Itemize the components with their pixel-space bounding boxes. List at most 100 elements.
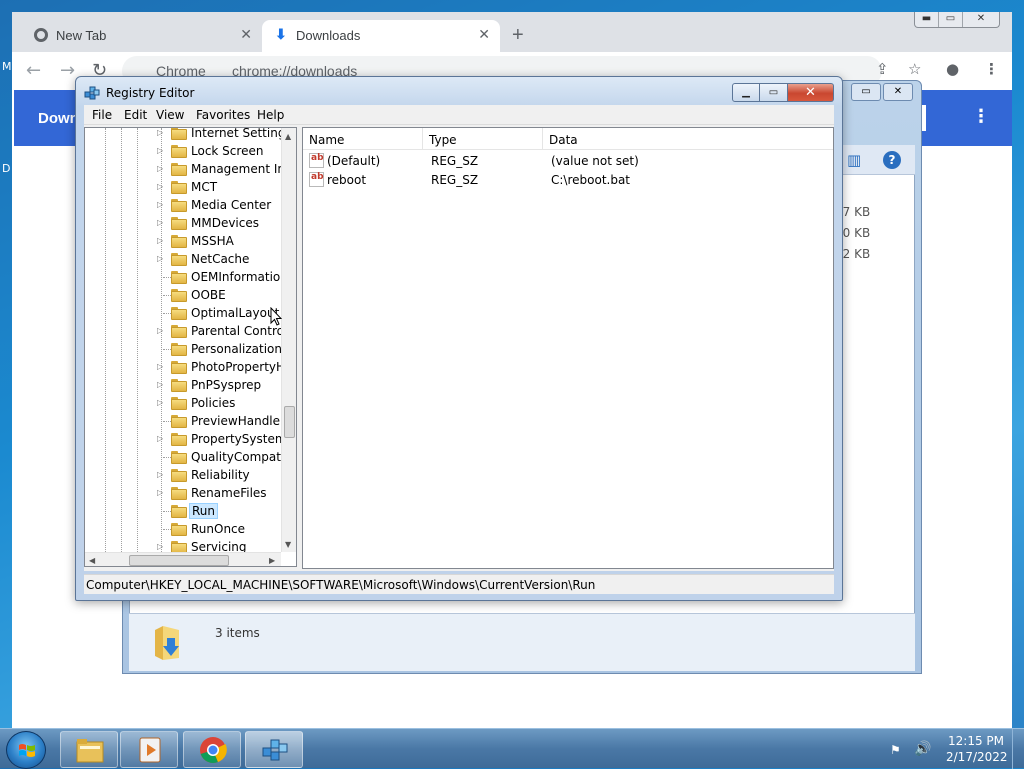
tree-item[interactable]: ▷ PhotoPropertyHa [85,359,292,377]
scroll-right-icon[interactable]: ▶ [269,556,275,565]
tree-item[interactable]: ▷ MMDevices [85,215,285,233]
tree-item[interactable]: ▷ Policies [85,395,285,413]
close-tab-icon[interactable]: ✕ [240,26,252,43]
column-header-data[interactable]: Data [543,128,833,150]
expand-arrow-icon[interactable]: ▷ [157,380,163,389]
menu-file[interactable]: File [92,108,112,122]
new-tab-button[interactable]: + [512,24,524,47]
taskbar-chrome[interactable] [183,731,241,768]
scroll-left-icon[interactable]: ◀ [89,556,95,565]
tree-item[interactable]: ▷ PropertySystem [85,431,287,449]
downloads-menu-icon[interactable]: ⋮ [972,106,990,127]
volume-icon[interactable]: 🔊 [914,741,931,757]
close-button[interactable]: ✕ [883,83,913,101]
share-icon[interactable]: ⇪ [876,60,889,78]
maximize-button[interactable]: ▭ [851,83,881,101]
expand-arrow-icon[interactable]: ▷ [157,236,163,245]
action-center-flag-icon[interactable]: ⚑ [890,743,901,757]
tree-item-label: MSSHA [191,234,234,248]
menu-view[interactable]: View [156,108,184,122]
tree-item[interactable]: OOBE [85,287,285,305]
tree-item[interactable]: RunOnce [85,521,285,539]
expand-arrow-icon[interactable]: ▷ [157,542,163,551]
taskbar-explorer[interactable] [60,731,118,768]
profile-icon[interactable]: ● [946,60,959,78]
back-icon[interactable]: ← [26,60,41,81]
clock-date[interactable]: 2/17/2022 [946,750,1008,764]
expand-arrow-icon[interactable]: ▷ [157,362,163,371]
tree-item[interactable]: ▷ Internet Settings [85,128,292,143]
menu-help[interactable]: Help [257,108,284,122]
expand-arrow-icon[interactable]: ▷ [157,488,163,497]
start-button[interactable] [6,731,46,769]
menu-favorites[interactable]: Favorites [196,108,250,122]
tree-connector [163,529,171,530]
scroll-thumb[interactable] [129,555,229,566]
help-icon[interactable]: ? [883,151,901,169]
scroll-down-icon[interactable]: ▼ [285,540,291,549]
column-header-type[interactable]: Type [423,128,543,150]
tree-connector [163,349,171,350]
tab-new-tab[interactable]: New Tab ✕ [22,20,262,52]
expand-arrow-icon[interactable]: ▷ [157,254,163,263]
tree-item[interactable]: PreviewHandlers [85,413,291,431]
status-bar: Computer\HKEY_LOCAL_MACHINE\SOFTWARE\Mic… [84,574,834,594]
clock-time[interactable]: 12:15 PM [948,734,1004,748]
taskbar-media-player[interactable] [120,731,178,768]
show-desktop-button[interactable] [1012,729,1024,769]
expand-arrow-icon[interactable]: ▷ [157,470,163,479]
maximize-button[interactable]: ▭ [760,83,788,102]
tree-item[interactable]: ▷ Media Center [85,197,285,215]
expand-arrow-icon[interactable]: ▷ [157,326,163,335]
expand-arrow-icon[interactable]: ▷ [157,218,163,227]
registry-key-tree[interactable]: ▷ Internet Settings ▷ Lock Screen ▷ Managemen… [84,127,297,567]
tab-downloads[interactable]: ⬇ Downloads ✕ [262,20,500,52]
tree-item[interactable]: Run [85,503,285,521]
scroll-up-icon[interactable]: ▲ [285,132,291,141]
chrome-menu-icon[interactable]: ⋮ [984,60,999,78]
maximize-button[interactable]: ▭ [939,12,963,27]
preview-pane-icon[interactable]: ▥ [847,151,861,169]
close-tab-icon[interactable]: ✕ [478,26,490,43]
tree-item[interactable]: ▷ MSSHA [85,233,285,251]
minimize-button[interactable]: ▁ [732,83,760,102]
forward-icon[interactable]: → [60,60,75,81]
registry-values-list[interactable]: Name Type Data ab (Default) REG_SZ (valu… [302,127,834,569]
tree-item[interactable]: ▷ PnPSysprep [85,377,285,395]
scroll-thumb[interactable] [284,406,295,438]
tree-item[interactable]: QualityCompat [85,449,285,467]
tree-item[interactable]: OEMInformation [85,269,288,287]
bookmark-star-icon[interactable]: ☆ [908,60,921,78]
tree-item[interactable]: ▷ Management Inf [85,161,289,179]
expand-arrow-icon[interactable]: ▷ [157,398,163,407]
minimize-button[interactable]: ▬ [915,12,939,27]
value-row[interactable]: ab reboot REG_SZ C:\reboot.bat [303,171,833,190]
tree-item[interactable]: ▷ Parental Controls [85,323,294,341]
folder-icon [171,523,187,536]
expand-arrow-icon[interactable]: ▷ [157,128,163,137]
tree-item[interactable]: OptimalLayout [85,305,285,323]
tree-item[interactable]: ▷ RenameFiles [85,485,285,503]
expand-arrow-icon[interactable]: ▷ [157,434,163,443]
tree-vertical-scrollbar[interactable]: ▲ ▼ [281,128,296,552]
tree-item[interactable]: ▷ NetCache [85,251,285,269]
close-button[interactable]: ✕ [963,12,999,27]
folder-icon [171,253,187,266]
expand-arrow-icon[interactable]: ▷ [157,164,163,173]
tree-item[interactable]: ▷ Reliability [85,467,285,485]
tree-item[interactable]: Personalization [85,341,285,359]
expand-arrow-icon[interactable]: ▷ [157,200,163,209]
folder-icon [171,145,187,158]
folder-icon [171,128,187,140]
expand-arrow-icon[interactable]: ▷ [157,182,163,191]
close-button[interactable]: ✕ [788,83,834,102]
value-row[interactable]: ab (Default) REG_SZ (value not set) [303,152,833,171]
tree-horizontal-scrollbar[interactable]: ◀ ▶ [85,552,281,566]
taskbar-registry-editor[interactable] [245,731,303,768]
tree-item[interactable]: ▷ MCT [85,179,285,197]
column-header-name[interactable]: Name [303,128,423,150]
tree-item[interactable]: ▷ Lock Screen [85,143,285,161]
menu-edit[interactable]: Edit [124,108,147,122]
tree-item-label: OptimalLayout [191,306,280,320]
expand-arrow-icon[interactable]: ▷ [157,146,163,155]
